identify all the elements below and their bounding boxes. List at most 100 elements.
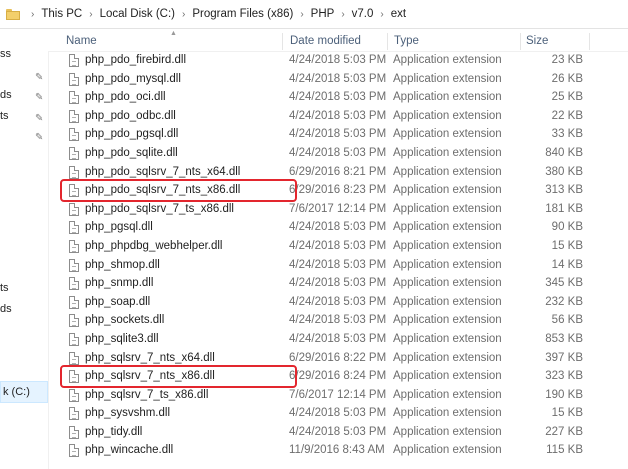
file-row[interactable]: php_sqlsrv_7_ts_x86.dll 7/6/2017 12:14 PM… (48, 386, 628, 405)
dll-file-icon (69, 221, 79, 235)
file-date: 4/24/2018 5:03 PM (289, 332, 387, 345)
breadcrumb-this-pc[interactable]: This PC (41, 8, 82, 20)
dll-file-icon (69, 314, 79, 328)
file-row[interactable]: php_pdo_sqlsrv_7_ts_x86.dll 7/6/2017 12:1… (48, 200, 628, 219)
file-name: php_pdo_pgsql.dll (85, 128, 179, 141)
file-row[interactable]: php_pdo_firebird.dll 4/24/2018 5:03 PM App… (48, 51, 628, 70)
file-row[interactable]: php_pgsql.dll 4/24/2018 5:03 PM Applicatio… (48, 218, 628, 237)
column-type[interactable]: Type (394, 29, 419, 51)
file-row[interactable]: php_tidy.dll 4/24/2018 5:03 PM Application… (48, 423, 628, 442)
file-size: 227 KB (545, 425, 583, 438)
breadcrumb-php[interactable]: PHP (311, 8, 335, 20)
address-bar[interactable]: › This PC › Local Disk (C:) › Program Fi… (0, 0, 628, 29)
file-name: php_shmop.dll (85, 258, 160, 271)
file-name: php_pdo_sqlsrv_7_ts_x86.dll (85, 202, 234, 215)
file-date: 7/6/2017 12:14 PM (289, 202, 387, 215)
nav-item[interactable]: ts (0, 282, 9, 294)
file-date: 11/9/2016 8:43 AM (289, 444, 385, 457)
file-size: 15 KB (551, 407, 583, 420)
column-header: ▲ Name Date modified Type Size (48, 29, 628, 52)
column-divider[interactable] (589, 33, 590, 50)
file-row[interactable]: php_pdo_sqlsrv_7_nts_x86.dll 6/29/2016 8:… (48, 181, 628, 200)
file-date: 6/29/2016 8:24 PM (289, 370, 387, 383)
file-size: 190 KB (545, 388, 583, 401)
breadcrumb-v70[interactable]: v7.0 (352, 8, 374, 20)
file-name: php_pgsql.dll (85, 221, 153, 234)
file-name: php_soap.dll (85, 295, 151, 308)
dll-file-icon (69, 91, 79, 105)
breadcrumb-ext[interactable]: ext (391, 8, 406, 20)
file-row[interactable]: php_snmp.dll 4/24/2018 5:03 PM Application… (48, 274, 628, 293)
file-type: Application extension (393, 128, 502, 141)
file-name: php_sqlsrv_7_nts_x64.dll (85, 351, 215, 364)
column-size[interactable]: Size (526, 29, 548, 51)
chevron-right-icon[interactable]: › (182, 9, 185, 20)
file-name: php_sysvshm.dll (85, 407, 171, 420)
file-name: php_sockets.dll (85, 314, 165, 327)
navigation-pane[interactable]: ss ✎ ds ✎ ts ✎ ✎ ts ds k (C:) (0, 29, 49, 469)
file-name: php_sqlite3.dll (85, 332, 159, 345)
file-size: 397 KB (545, 351, 583, 364)
column-divider[interactable] (520, 33, 521, 50)
nav-item[interactable]: ss (0, 48, 11, 60)
chevron-right-icon[interactable]: › (380, 9, 383, 20)
file-type: Application extension (393, 388, 502, 401)
file-row[interactable]: php_pdo_sqlsrv_7_nts_x64.dll 6/29/2016 8:… (48, 163, 628, 182)
pin-icon: ✎ (35, 72, 44, 83)
file-type: Application extension (393, 202, 502, 215)
file-row[interactable]: php_pdo_odbc.dll 4/24/2018 5:03 PM Applica… (48, 107, 628, 126)
file-name: php_pdo_sqlsrv_7_nts_x86.dll (85, 184, 241, 197)
file-type: Application extension (393, 332, 502, 345)
chevron-right-icon[interactable]: › (300, 9, 303, 20)
dll-file-icon (69, 370, 79, 384)
nav-item-local-disk[interactable]: k (C:) (0, 381, 48, 403)
file-row[interactable]: php_pdo_oci.dll 4/24/2018 5:03 PM Applicat… (48, 88, 628, 107)
chevron-right-icon[interactable]: › (89, 9, 92, 20)
dll-file-icon (69, 444, 79, 458)
file-date: 6/29/2016 8:23 PM (289, 184, 387, 197)
breadcrumb-local-disk[interactable]: Local Disk (C:) (100, 8, 175, 20)
file-name: php_pdo_sqlite.dll (85, 146, 178, 159)
file-row[interactable]: php_sqlite3.dll 4/24/2018 5:03 PM Applicat… (48, 330, 628, 349)
file-name: php_pdo_oci.dll (85, 91, 166, 104)
file-list: php_pdo_firebird.dll 4/24/2018 5:03 PM App… (48, 51, 628, 460)
column-name[interactable]: Name (66, 29, 97, 51)
file-date: 4/24/2018 5:03 PM (289, 277, 387, 290)
file-row[interactable]: php_sysvshm.dll 4/24/2018 5:03 PM Applicat… (48, 404, 628, 423)
column-date-modified[interactable]: Date modified (290, 29, 361, 51)
file-row[interactable]: php_sqlsrv_7_nts_x64.dll 6/29/2016 8:22 P… (48, 349, 628, 368)
file-date: 4/24/2018 5:03 PM (289, 146, 387, 159)
file-row[interactable]: php_phpdbg_webhelper.dll 4/24/2018 5:03 P… (48, 237, 628, 256)
file-name: php_pdo_firebird.dll (85, 54, 187, 66)
file-type: Application extension (393, 54, 502, 66)
file-row[interactable]: php_sockets.dll 4/24/2018 5:03 PM Applicat… (48, 311, 628, 330)
file-row[interactable]: php_soap.dll 4/24/2018 5:03 PM Application… (48, 293, 628, 312)
file-type: Application extension (393, 444, 502, 457)
pin-icon: ✎ (35, 132, 44, 143)
file-row[interactable]: php_pdo_sqlite.dll 4/24/2018 5:03 PM Appli… (48, 144, 628, 163)
file-row[interactable]: php_pdo_pgsql.dll 4/24/2018 5:03 PM Applic… (48, 125, 628, 144)
sort-ascending-icon: ▲ (170, 30, 177, 37)
file-row[interactable]: php_sqlsrv_7_nts_x86.dll 6/29/2016 8:24 P… (48, 367, 628, 386)
nav-item[interactable]: ts (0, 110, 9, 122)
nav-item[interactable]: ds (0, 89, 12, 101)
file-name: php_tidy.dll (85, 425, 143, 438)
breadcrumb-program-files[interactable]: Program Files (x86) (192, 8, 293, 20)
dll-file-icon (69, 239, 79, 253)
chevron-right-icon[interactable]: › (31, 9, 34, 20)
file-size: 323 KB (545, 370, 583, 383)
column-divider[interactable] (282, 33, 283, 50)
dll-file-icon (69, 332, 79, 346)
dll-file-icon (69, 407, 79, 421)
column-divider[interactable] (387, 33, 388, 50)
pin-icon: ✎ (35, 113, 44, 124)
file-row[interactable]: php_shmop.dll 4/24/2018 5:03 PM Applicatio… (48, 256, 628, 275)
file-row[interactable]: php_wincache.dll 11/9/2016 8:43 AM Applica… (48, 441, 628, 460)
file-date: 4/24/2018 5:03 PM (289, 54, 387, 66)
chevron-right-icon[interactable]: › (341, 9, 344, 20)
nav-item[interactable]: ds (0, 303, 12, 315)
file-size: 14 KB (551, 258, 583, 271)
file-row[interactable]: php_pdo_mysql.dll 4/24/2018 5:03 PM Applic… (48, 70, 628, 89)
file-type: Application extension (393, 351, 502, 364)
file-date: 4/24/2018 5:03 PM (289, 91, 387, 104)
